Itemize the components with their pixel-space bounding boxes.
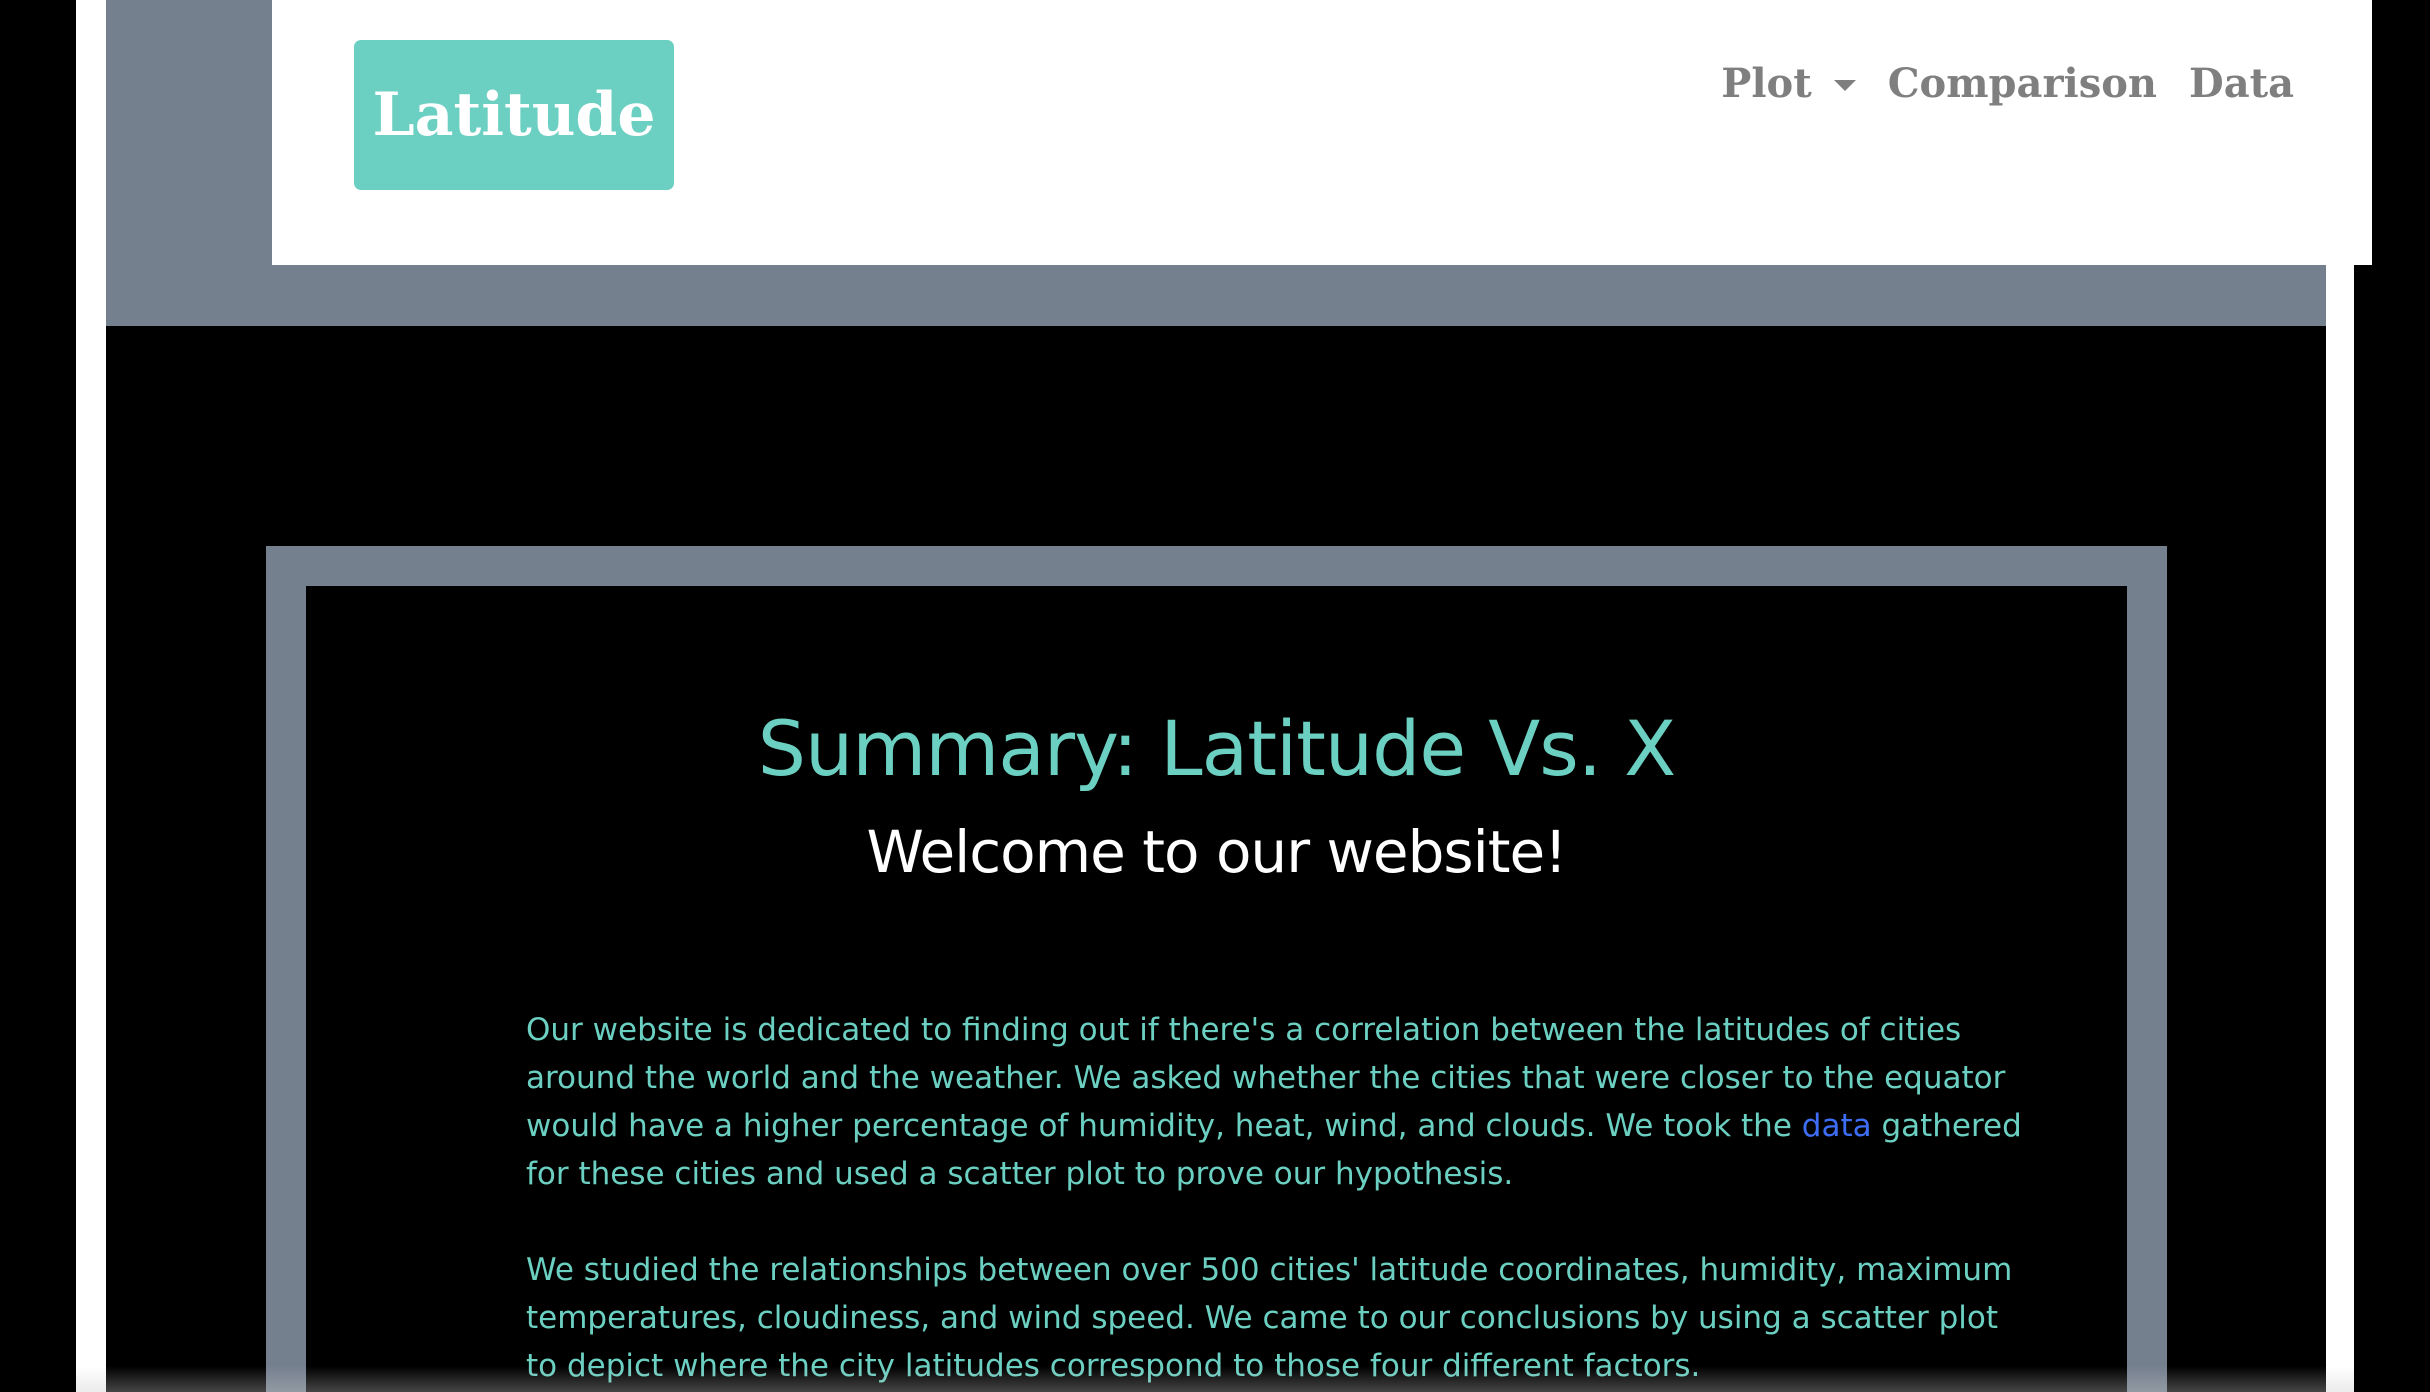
nav-plot-label: Plot xyxy=(1721,60,1812,107)
nav-data-link[interactable]: Data xyxy=(2189,60,2294,107)
content-frame: Summary: Latitude Vs. X Welcome to our w… xyxy=(266,546,2167,1392)
header-frame: Latitude Plot Comparison Data xyxy=(106,0,2372,326)
navbar: Latitude Plot Comparison Data xyxy=(272,0,2372,265)
caret-down-icon xyxy=(1833,80,1856,91)
nav-menu: Plot Comparison Data xyxy=(1721,60,2294,107)
brand-logo-link[interactable]: Latitude xyxy=(354,40,674,190)
intro-text-before-link: Our website is dedicated to finding out … xyxy=(526,1012,2006,1144)
welcome-subtitle: Welcome to our website! xyxy=(866,818,1568,886)
intro-paragraph: Our website is dedicated to finding out … xyxy=(526,1006,2026,1198)
data-link[interactable]: data xyxy=(1802,1108,1872,1144)
left-page-margin xyxy=(76,0,106,1392)
page-title: Summary: Latitude Vs. X xyxy=(757,704,1676,793)
study-paragraph: We studied the relationships between ove… xyxy=(526,1252,2013,1384)
summary-panel: Summary: Latitude Vs. X Welcome to our w… xyxy=(306,586,2127,1392)
page: Latitude Plot Comparison Data Summary: L… xyxy=(0,0,2430,1392)
nav-plot-dropdown[interactable]: Plot xyxy=(1721,60,1856,107)
nav-comparison-link[interactable]: Comparison xyxy=(1888,60,2157,107)
